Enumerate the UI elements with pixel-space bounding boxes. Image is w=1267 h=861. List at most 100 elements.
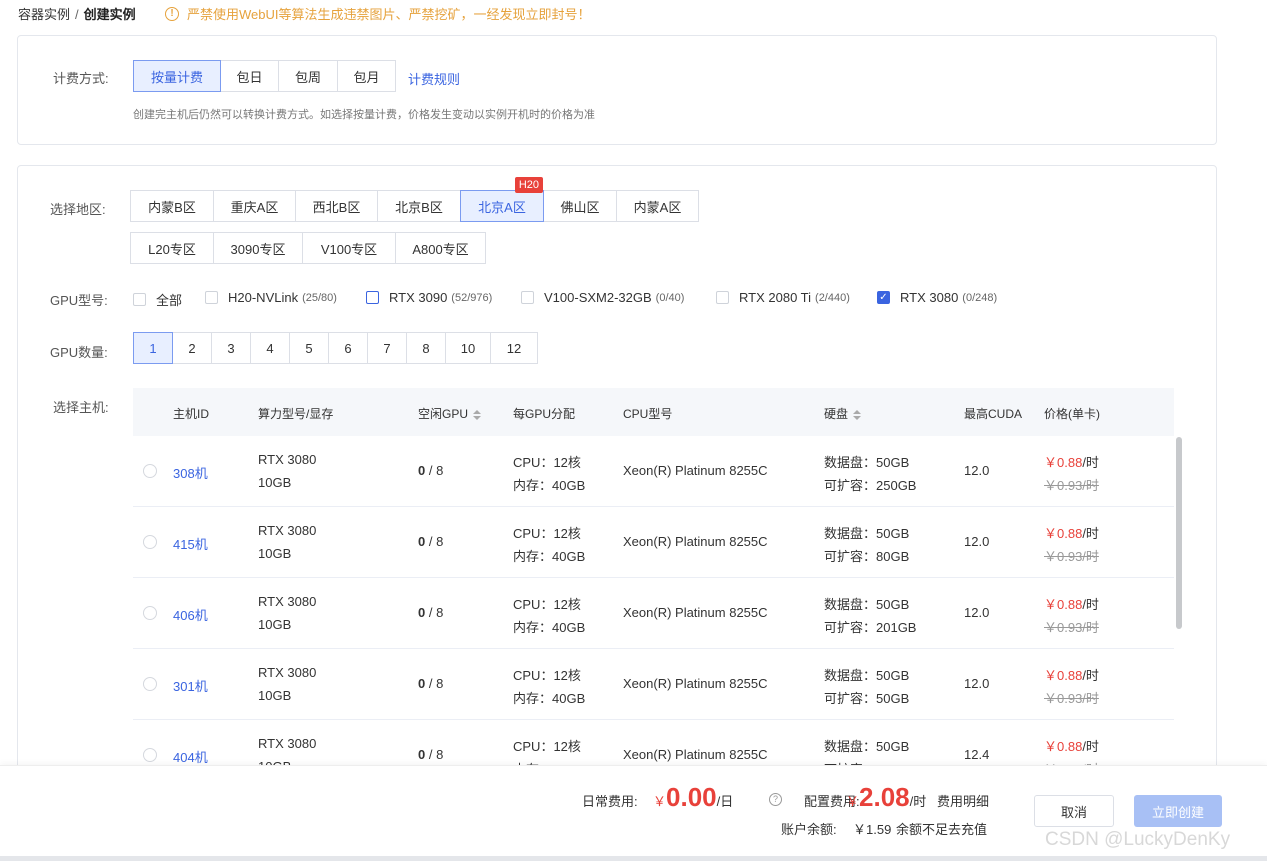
max-cuda: 12.0 xyxy=(964,534,990,549)
host-id-link[interactable]: 404机 xyxy=(173,747,208,765)
gpu-type-option-checked[interactable]: ✓ RTX 3080 (0/248) xyxy=(877,290,997,305)
gpu-type-label: GPU型号: xyxy=(50,293,108,308)
gpu-type-name: 全部 xyxy=(156,293,183,308)
create-button[interactable]: 立即创建 xyxy=(1134,795,1222,827)
billing-option-daily[interactable]: 包日 xyxy=(220,60,279,92)
data-disk: 数据盘：50GB xyxy=(824,526,910,541)
row-radio[interactable] xyxy=(143,535,157,549)
region-option-label: 北京A区 xyxy=(478,199,526,215)
gpu-type-option[interactable]: RTX 2080 Ti (2/440) xyxy=(716,290,850,305)
sort-icon[interactable] xyxy=(853,409,862,420)
breadcrumb-separator: / xyxy=(75,7,79,22)
data-disk: 数据盘：50GB xyxy=(824,668,910,683)
host-id-link[interactable]: 415机 xyxy=(173,534,208,553)
region-option[interactable]: 北京B区 xyxy=(377,190,461,222)
row-radio[interactable] xyxy=(143,606,157,620)
checkbox[interactable] xyxy=(521,291,534,304)
col-host-id: 主机ID xyxy=(173,407,210,421)
checkbox[interactable] xyxy=(366,291,379,304)
billing-option-payg[interactable]: 按量计费 xyxy=(133,60,221,92)
gpu-type-option[interactable]: RTX 3090 (52/976) xyxy=(366,290,492,305)
table-row[interactable]: 404机RTX 308010GB0 / 8CPU：12核内存：40GBXeon(… xyxy=(133,720,1174,765)
table-row[interactable]: 406机 RTX 3080 10GB 0 / 8 CPU：12核 内存：40GB Xeon(… xyxy=(133,578,1174,649)
gpu-vram: 10GB xyxy=(258,546,292,561)
gpu-count-option[interactable]: 10 xyxy=(445,332,491,364)
gpu-count-option-selected[interactable]: 1 xyxy=(133,332,173,364)
billing-rules-link[interactable]: 计费规则 xyxy=(408,69,460,88)
sort-icon[interactable] xyxy=(473,409,482,420)
gpu-vram: 10GB xyxy=(258,617,292,632)
region-option[interactable]: V100专区 xyxy=(302,232,396,264)
cpu-model: Xeon(R) Platinum 8255C xyxy=(623,605,768,620)
free-gpu: 0 xyxy=(418,747,426,762)
cpu-alloc: CPU：12核 xyxy=(513,526,581,541)
recharge-link[interactable]: 余额不足去充值 xyxy=(896,819,987,838)
data-disk: 数据盘：50GB xyxy=(824,739,910,754)
host-label: 选择主机: xyxy=(53,400,109,415)
col-model: 算力型号/显存 xyxy=(258,407,334,421)
row-radio[interactable] xyxy=(143,677,157,691)
table-row[interactable]: 301机 RTX 3080 10GB 0 / 8 CPU：12核 内存：40GB Xeon(… xyxy=(133,649,1174,720)
table-row[interactable]: 308机 RTX 3080 10GB 0 / 8 CPU：12核 内存：40GB Xeon(… xyxy=(133,436,1174,507)
host-table: 主机ID 算力型号/显存 空闲GPU 每GPU分配 CPU型号 硬盘 最高CUD… xyxy=(133,388,1174,765)
region-option[interactable]: 佛山区 xyxy=(543,190,617,222)
region-option[interactable]: 内蒙A区 xyxy=(616,190,699,222)
gpu-type-option[interactable]: V100-SXM2-32GB (0/40) xyxy=(521,290,684,305)
total-gpu: / 8 xyxy=(428,463,444,478)
gpu-count-option[interactable]: 7 xyxy=(367,332,407,364)
region-option[interactable]: 内蒙B区 xyxy=(130,190,214,222)
table-scrollbar[interactable] xyxy=(1176,437,1182,629)
region-option[interactable]: 西北B区 xyxy=(295,190,378,222)
price: ￥0.88 xyxy=(1044,597,1083,612)
gpu-count-option[interactable]: 4 xyxy=(250,332,290,364)
region-option[interactable]: 重庆A区 xyxy=(213,190,296,222)
checkbox[interactable] xyxy=(716,291,729,304)
disk-expand: 可扩容：80GB xyxy=(824,549,910,564)
info-icon: ! xyxy=(165,6,179,21)
col-free-gpu[interactable]: 空闲GPU xyxy=(418,405,482,422)
max-cuda: 12.0 xyxy=(964,463,990,478)
balance-label: 账户余额: xyxy=(781,822,837,837)
table-row[interactable]: 415机 RTX 3080 10GB 0 / 8 CPU：12核 内存：40GB Xeon(… xyxy=(133,507,1174,578)
config-fee-unit: /时 xyxy=(909,794,927,809)
region-option-selected[interactable]: 北京A区 H20 xyxy=(460,177,544,222)
cpu-alloc: CPU：12核 xyxy=(513,455,581,470)
gpu-count-option[interactable]: 6 xyxy=(328,332,368,364)
checkbox-checked-icon[interactable]: ✓ xyxy=(877,291,890,304)
gpu-type-name: V100-SXM2-32GB xyxy=(544,290,652,305)
price: ￥0.88 xyxy=(1044,455,1083,470)
data-disk: 数据盘：50GB xyxy=(824,597,910,612)
total-gpu: / 8 xyxy=(428,605,444,620)
billing-hint: 创建完主机后仍然可以转换计费方式。如选择按量计费，价格发生变动以实例开机时的价格… xyxy=(133,109,595,121)
cancel-button[interactable]: 取消 xyxy=(1034,795,1114,827)
fee-detail-link[interactable]: 费用明细 xyxy=(937,791,989,810)
free-gpu: 0 xyxy=(418,463,426,478)
gpu-count-option[interactable]: 2 xyxy=(172,332,212,364)
price-unit: /时 xyxy=(1082,739,1099,754)
gpu-count-option[interactable]: 3 xyxy=(211,332,251,364)
region-option[interactable]: 3090专区 xyxy=(213,232,303,264)
checkbox[interactable] xyxy=(133,293,146,306)
gpu-count-option[interactable]: 5 xyxy=(289,332,329,364)
row-radio[interactable] xyxy=(143,748,157,762)
host-id-link[interactable]: 308机 xyxy=(173,463,208,482)
region-row-2: L20专区 3090专区 V100专区 A800专区 xyxy=(130,232,486,264)
checkbox[interactable] xyxy=(205,291,218,304)
gpu-type-option[interactable]: H20-NVLink (25/80) xyxy=(205,290,337,305)
gpu-type-option[interactable]: 全部 xyxy=(133,290,182,309)
gpu-count-option[interactable]: 8 xyxy=(406,332,446,364)
price: ￥0.88 xyxy=(1044,668,1083,683)
col-disk[interactable]: 硬盘 xyxy=(824,405,862,422)
region-option[interactable]: L20专区 xyxy=(130,232,214,264)
breadcrumb-parent[interactable]: 容器实例 xyxy=(18,7,70,22)
region-option[interactable]: A800专区 xyxy=(395,232,486,264)
footer-bar: 日常费用: ￥ 0.00 /日 ? 配置费用: ￥ 2.08 /时 费用明细 账… xyxy=(0,765,1267,861)
host-id-link[interactable]: 301机 xyxy=(173,676,208,695)
gpu-model: RTX 3080 xyxy=(258,594,317,609)
host-id-link[interactable]: 406机 xyxy=(173,605,208,624)
gpu-count-option[interactable]: 12 xyxy=(490,332,538,364)
billing-option-monthly[interactable]: 包月 xyxy=(337,60,396,92)
gpu-vram: 10GB xyxy=(258,688,292,703)
row-radio[interactable] xyxy=(143,464,157,478)
billing-option-weekly[interactable]: 包周 xyxy=(278,60,338,92)
